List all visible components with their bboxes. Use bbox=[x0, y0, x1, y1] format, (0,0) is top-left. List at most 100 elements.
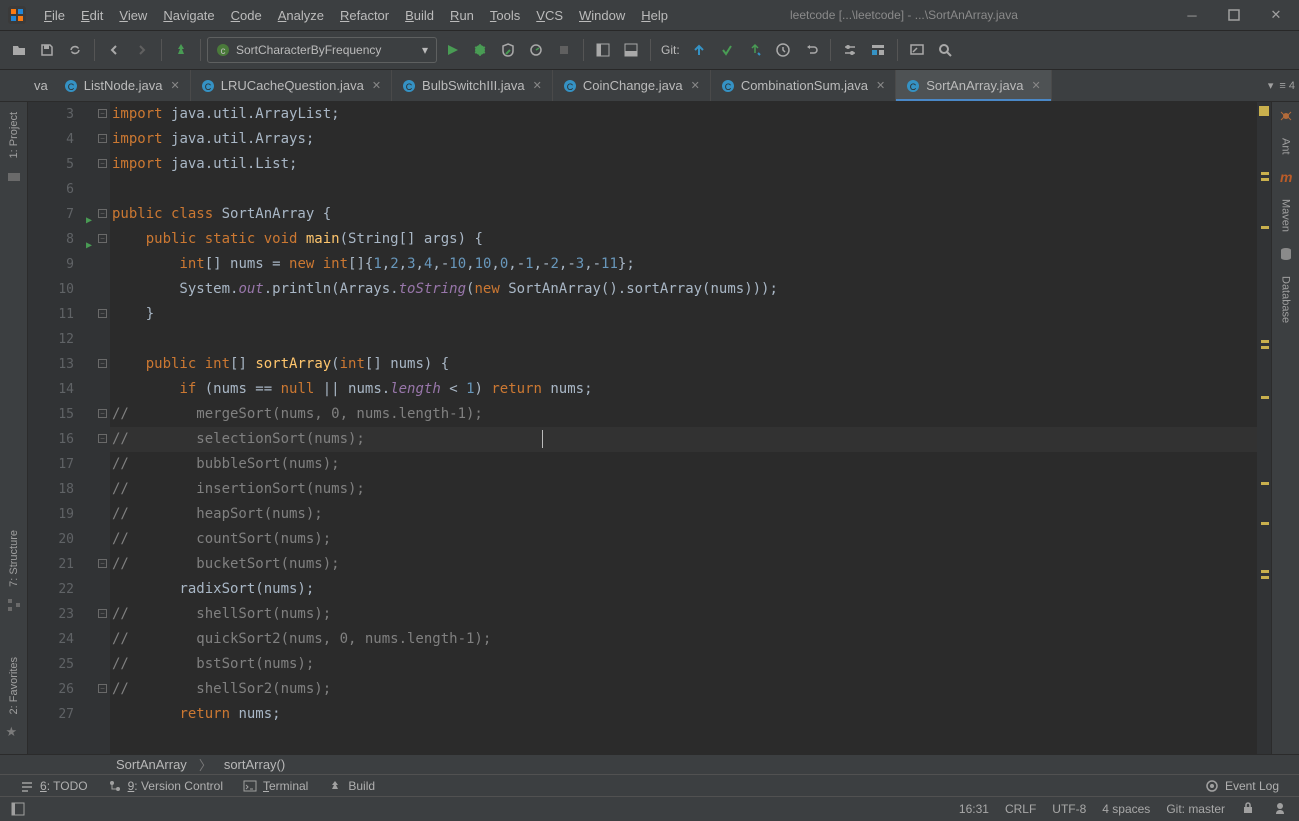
fold-toggle-icon[interactable]: − bbox=[98, 234, 107, 243]
close-tab-icon[interactable]: ✕ bbox=[533, 79, 542, 92]
menu-tools[interactable]: Tools bbox=[484, 6, 526, 25]
terminal-tool-button[interactable]: Terminal bbox=[243, 779, 308, 793]
structure-tool-button[interactable]: 7: Structure bbox=[8, 524, 20, 593]
hector-icon[interactable] bbox=[1273, 801, 1289, 817]
editor[interactable]: 34567▶8▶91011121314151617181920212223242… bbox=[28, 102, 1271, 754]
toggle-tool-windows-icon[interactable] bbox=[10, 801, 26, 817]
breadcrumb-item[interactable]: SortAnArray bbox=[116, 757, 187, 772]
close-tab-icon[interactable]: ✕ bbox=[171, 79, 180, 92]
tab-scroll-left[interactable]: va bbox=[28, 70, 54, 101]
code-line[interactable]: // selectionSort(nums); bbox=[112, 427, 1257, 452]
maximize-icon[interactable] bbox=[1227, 8, 1241, 22]
code-area[interactable]: import java.util.ArrayList; import java.u… bbox=[110, 102, 1257, 754]
indent[interactable]: 4 spaces bbox=[1102, 802, 1150, 816]
tab-coinchange[interactable]: CCoinChange.java✕ bbox=[553, 70, 711, 101]
code-line[interactable]: if (nums == null || nums.length < 1) ret… bbox=[112, 377, 1257, 402]
menu-vcs[interactable]: VCS bbox=[530, 6, 569, 25]
code-line[interactable]: // bstSort(nums); bbox=[112, 652, 1257, 677]
tab-combinationsum[interactable]: CCombinationSum.java✕ bbox=[711, 70, 896, 101]
menu-edit[interactable]: Edit bbox=[75, 6, 109, 25]
close-icon[interactable]: ✕ bbox=[1269, 8, 1283, 22]
code-line[interactable]: import java.util.List; bbox=[112, 152, 1257, 177]
fold-toggle-icon[interactable]: − bbox=[98, 684, 107, 693]
layout-icon[interactable] bbox=[590, 37, 616, 63]
database-tool-button[interactable]: Database bbox=[1280, 270, 1292, 329]
fold-toggle-icon[interactable]: − bbox=[98, 209, 107, 218]
code-line[interactable]: } bbox=[112, 302, 1257, 327]
fold-toggle-icon[interactable]: − bbox=[98, 309, 107, 318]
git-update-icon[interactable] bbox=[686, 37, 712, 63]
tabs-list[interactable]: ≡ 4 bbox=[1279, 80, 1295, 92]
tab-lrucachequestion[interactable]: CLRUCacheQuestion.java✕ bbox=[191, 70, 392, 101]
git-commit-icon[interactable] bbox=[714, 37, 740, 63]
vcs-tool-button[interactable]: 9: Version Control bbox=[108, 779, 223, 793]
code-line[interactable]: public static void main(String[] args) { bbox=[112, 227, 1257, 252]
code-line[interactable]: // quickSort2(nums, 0, nums.length-1); bbox=[112, 627, 1257, 652]
code-line[interactable]: // insertionSort(nums); bbox=[112, 477, 1257, 502]
close-tab-icon[interactable]: ✕ bbox=[691, 79, 700, 92]
close-tab-icon[interactable]: ✕ bbox=[372, 79, 381, 92]
fold-toggle-icon[interactable]: − bbox=[98, 159, 107, 168]
code-line[interactable]: // shellSor2(nums); bbox=[112, 677, 1257, 702]
debug-icon[interactable] bbox=[467, 37, 493, 63]
tab-bulbswitchiii[interactable]: CBulbSwitchIII.java✕ bbox=[392, 70, 553, 101]
encoding[interactable]: UTF-8 bbox=[1052, 802, 1086, 816]
save-icon[interactable] bbox=[34, 37, 60, 63]
sync-icon[interactable] bbox=[62, 37, 88, 63]
fold-toggle-icon[interactable]: − bbox=[98, 609, 107, 618]
code-line[interactable]: // mergeSort(nums, 0, nums.length-1); bbox=[112, 402, 1257, 427]
menu-refactor[interactable]: Refactor bbox=[334, 6, 395, 25]
build-tool-button[interactable]: Build bbox=[328, 779, 375, 793]
coverage-icon[interactable] bbox=[495, 37, 521, 63]
avd-icon[interactable] bbox=[904, 37, 930, 63]
back-icon[interactable] bbox=[101, 37, 127, 63]
fold-toggle-icon[interactable]: − bbox=[98, 134, 107, 143]
code-line[interactable]: public int[] sortArray(int[] nums) { bbox=[112, 352, 1257, 377]
run-config-selector[interactable]: c SortCharacterByFrequency ▾ bbox=[207, 37, 437, 63]
git-revert-icon[interactable] bbox=[798, 37, 824, 63]
forward-icon[interactable] bbox=[129, 37, 155, 63]
menu-view[interactable]: View bbox=[113, 6, 153, 25]
code-line[interactable]: public class SortAnArray { bbox=[112, 202, 1257, 227]
menu-code[interactable]: Code bbox=[225, 6, 268, 25]
tab-listnode[interactable]: CListNode.java✕ bbox=[54, 70, 191, 101]
fold-toggle-icon[interactable]: − bbox=[98, 409, 107, 418]
lock-icon[interactable] bbox=[1241, 801, 1257, 817]
code-line[interactable]: // bucketSort(nums); bbox=[112, 552, 1257, 577]
cursor-position[interactable]: 16:31 bbox=[959, 802, 989, 816]
code-line[interactable] bbox=[112, 177, 1257, 202]
maven-tool-button[interactable]: Maven bbox=[1280, 193, 1292, 238]
fold-toggle-icon[interactable]: − bbox=[98, 359, 107, 368]
settings-icon[interactable] bbox=[837, 37, 863, 63]
tab-sortanarray[interactable]: CSortAnArray.java✕ bbox=[896, 70, 1052, 101]
code-line[interactable]: int[] nums = new int[]{1,2,3,4,-10,10,0,… bbox=[112, 252, 1257, 277]
build-icon[interactable] bbox=[168, 37, 194, 63]
layout2-icon[interactable] bbox=[618, 37, 644, 63]
code-line[interactable]: // bubbleSort(nums); bbox=[112, 452, 1257, 477]
breadcrumb-item[interactable]: sortArray() bbox=[224, 757, 285, 772]
fold-toggle-icon[interactable]: − bbox=[98, 559, 107, 568]
close-tab-icon[interactable]: ✕ bbox=[1032, 79, 1041, 92]
code-line[interactable]: import java.util.ArrayList; bbox=[112, 102, 1257, 127]
fold-toggle-icon[interactable]: − bbox=[98, 434, 107, 443]
menu-window[interactable]: Window bbox=[573, 6, 631, 25]
code-line[interactable]: radixSort(nums); bbox=[112, 577, 1257, 602]
code-line[interactable]: // countSort(nums); bbox=[112, 527, 1257, 552]
fold-toggle-icon[interactable]: − bbox=[98, 109, 107, 118]
menu-analyze[interactable]: Analyze bbox=[272, 6, 330, 25]
code-line[interactable]: System.out.println(Arrays.toString(new S… bbox=[112, 277, 1257, 302]
code-line[interactable]: // heapSort(nums); bbox=[112, 502, 1257, 527]
favorites-tool-button[interactable]: 2: Favorites bbox=[8, 651, 20, 720]
event-log-button[interactable]: Event Log bbox=[1225, 779, 1279, 793]
search-icon[interactable] bbox=[932, 37, 958, 63]
breadcrumb[interactable]: SortAnArray 〉 sortArray() bbox=[0, 754, 1299, 774]
menu-help[interactable]: Help bbox=[635, 6, 674, 25]
menu-build[interactable]: Build bbox=[399, 6, 440, 25]
git-branch[interactable]: Git: master bbox=[1166, 802, 1225, 816]
code-line[interactable] bbox=[112, 327, 1257, 352]
git-history-icon[interactable] bbox=[770, 37, 796, 63]
open-icon[interactable] bbox=[6, 37, 32, 63]
run-gutter-icon[interactable]: ▶ bbox=[86, 208, 92, 233]
todo-tool-button[interactable]: 6: TODO bbox=[20, 779, 88, 793]
minimize-icon[interactable]: ─ bbox=[1185, 8, 1199, 22]
